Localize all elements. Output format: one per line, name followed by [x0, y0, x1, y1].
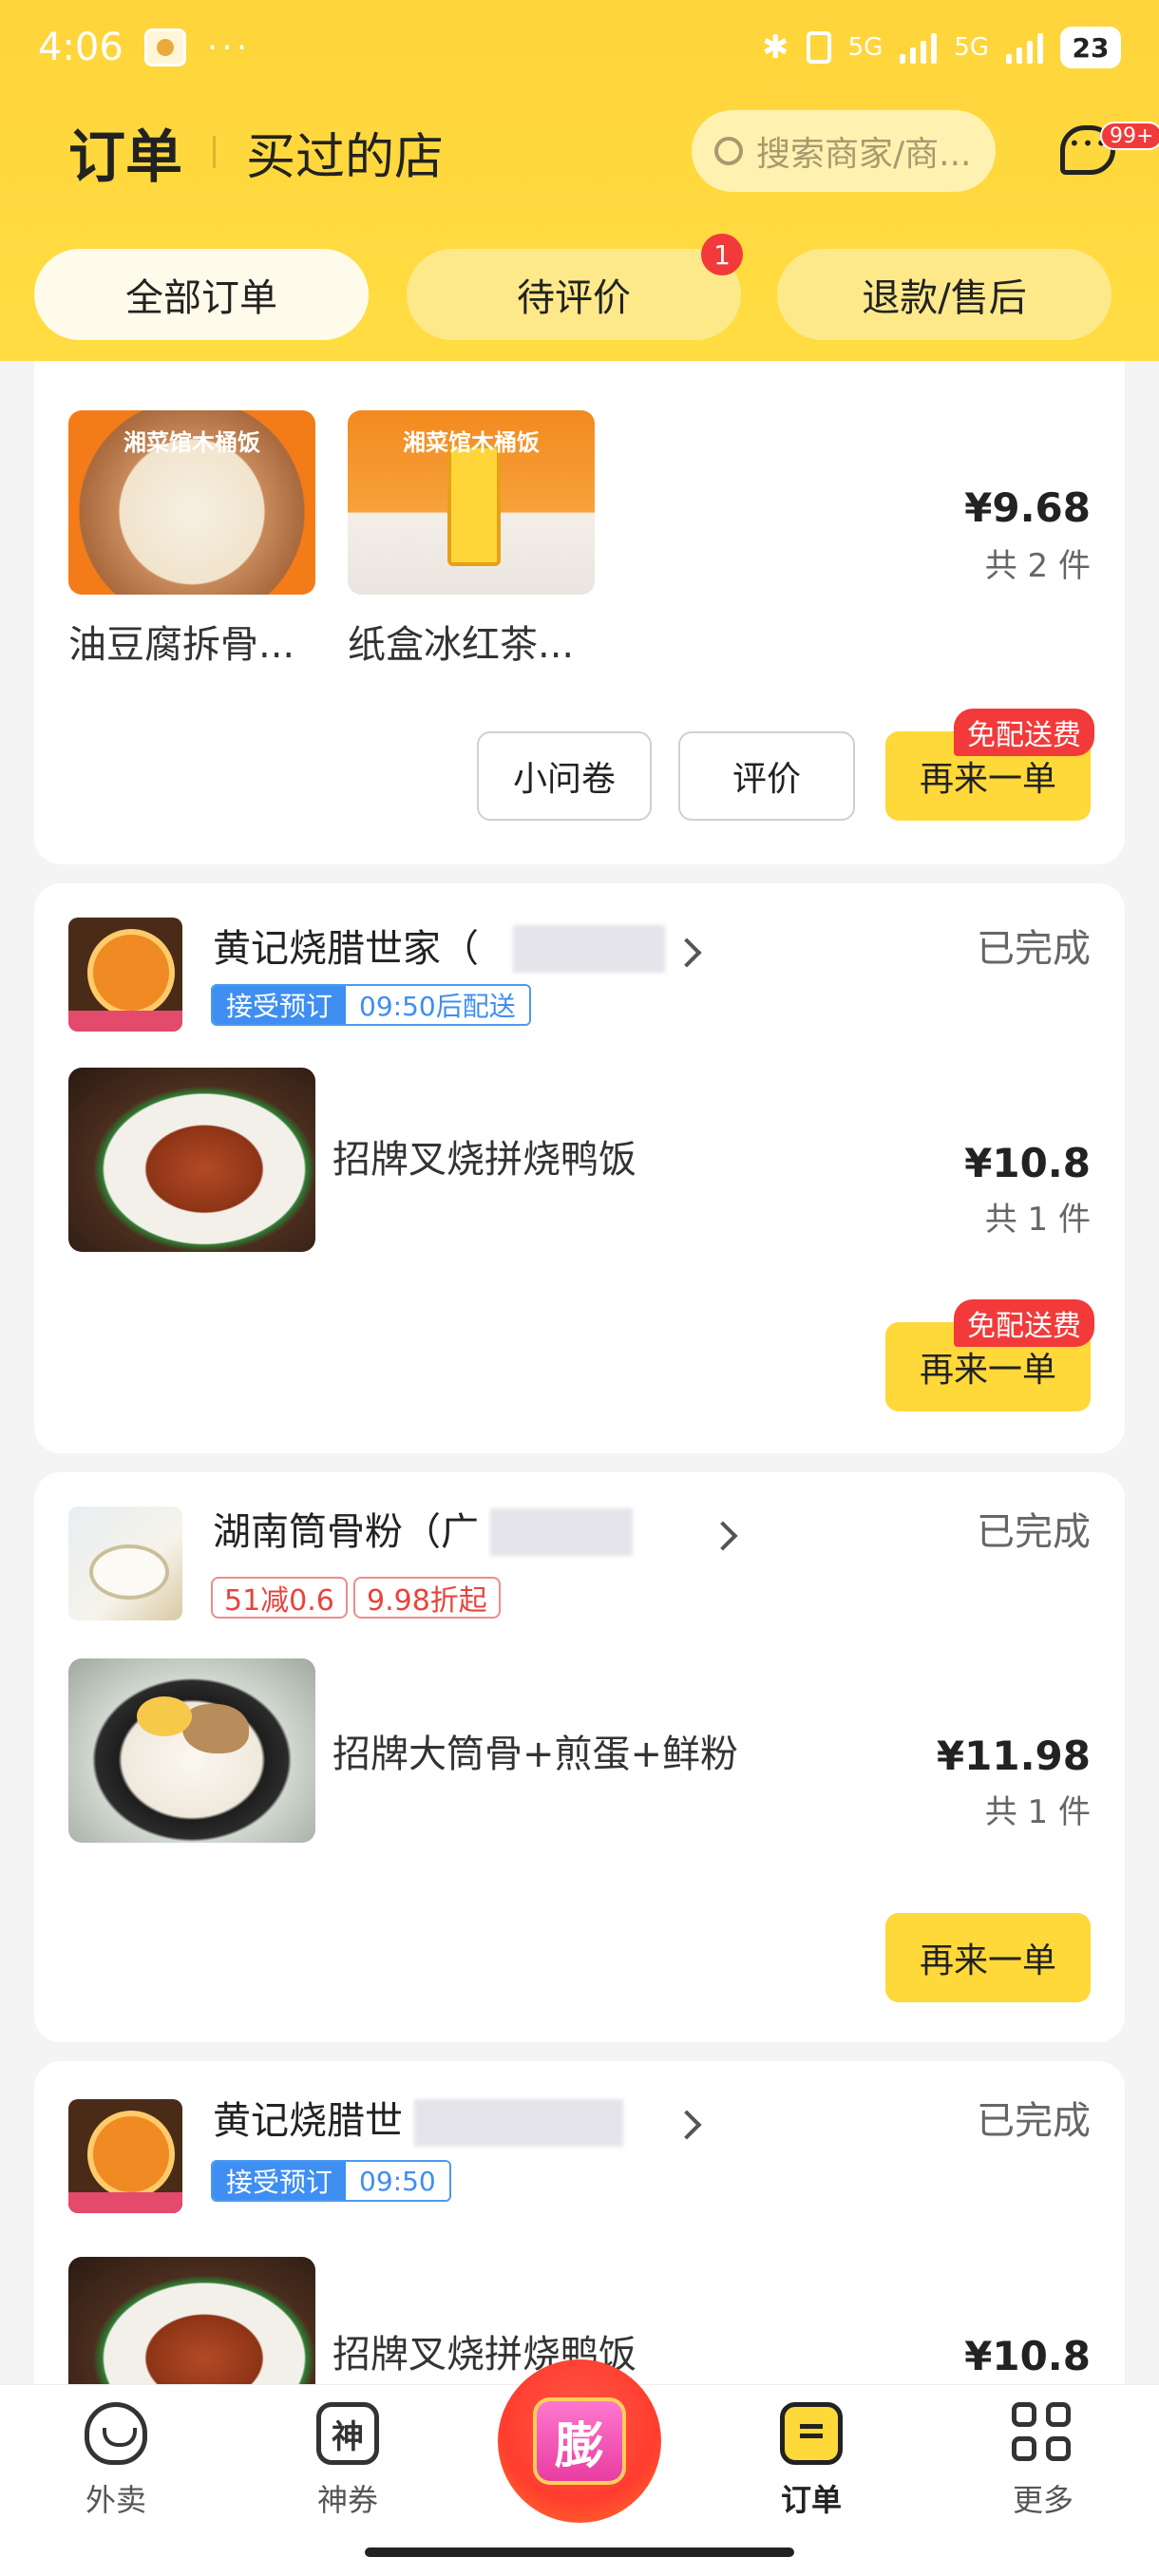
food-image-noodle[interactable]	[68, 1658, 315, 1843]
item-name: 招牌叉烧拼烧鸭饭	[332, 1138, 636, 1182]
preorder-tag: 接受预订 09:50	[211, 2160, 451, 2202]
page-title: 订单	[68, 123, 182, 191]
tab-shenquan[interactable]: 神 神券	[272, 2402, 424, 2520]
shop-name[interactable]: 黄记烧腊世家（	[213, 918, 479, 973]
shop-logo[interactable]	[68, 918, 182, 1032]
signal-icon-2	[1006, 31, 1043, 64]
title-divider	[213, 136, 216, 168]
order-card[interactable]: 湖南筒骨粉（广 已完成 51减0.6 9.98折起 招牌大筒骨+煎蛋+鲜粉 ¥1…	[34, 1472, 1125, 2042]
order-price: ¥9.68	[964, 484, 1091, 531]
free-delivery-badge: 免配送费	[954, 709, 1094, 756]
shop-logo[interactable]	[68, 2099, 182, 2213]
food-image-tofu[interactable]: 湘菜馆木桶饭	[68, 410, 315, 595]
chevron-right-icon[interactable]	[672, 938, 702, 968]
food-image-pork[interactable]	[68, 1068, 315, 1252]
status-bar: 4:06 ··· ✱ 5G 5G 23	[0, 0, 1159, 95]
sim-icon	[806, 31, 831, 64]
grid-icon	[1012, 2402, 1074, 2465]
chevron-right-icon[interactable]	[672, 2110, 702, 2140]
preorder-tag: 接受预订 09:50后配送	[211, 984, 531, 1026]
status-time: 4:06	[38, 26, 124, 69]
signal-icon-1	[900, 31, 938, 64]
item-name: 油豆腐拆骨...	[68, 623, 295, 667]
message-badge: 99+	[1100, 122, 1159, 150]
review-button[interactable]: 评价	[678, 731, 855, 821]
net-label-2: 5G	[954, 33, 989, 62]
header: 4:06 ··· ✱ 5G 5G 23 订单 买过的店 搜索商家/商... 99…	[0, 0, 1159, 361]
tab-all-orders[interactable]: 全部订单	[34, 249, 369, 340]
item-name: 招牌大筒骨+煎蛋+鲜粉	[332, 1733, 739, 1776]
order-tabs: 全部订单 待评价 退款/售后	[0, 249, 1159, 344]
tab-label: 外卖	[85, 2482, 146, 2518]
redacted-text	[414, 2099, 623, 2147]
order-count: 共 1 件	[984, 1201, 1091, 1239]
tab-waimai[interactable]: 外卖	[40, 2402, 192, 2520]
app-notification-icon	[143, 28, 186, 66]
battery-icon: 23	[1060, 27, 1121, 68]
order-status: 已完成	[977, 927, 1091, 971]
redacted-text	[490, 1508, 633, 1556]
item-name: 纸盒冰红茶...	[348, 623, 575, 667]
order-price: ¥11.98	[936, 1733, 1091, 1779]
red-packet-icon: 膨	[533, 2397, 626, 2485]
order-count: 共 1 件	[984, 1793, 1091, 1831]
tab-label: 更多	[1012, 2482, 1074, 2518]
waimai-icon	[85, 2402, 147, 2465]
order-card[interactable]: 黄记烧腊世家（ 已完成 接受预订 09:50后配送 招牌叉烧拼烧鸭饭 ¥10.8…	[34, 883, 1125, 1453]
bought-stores-link[interactable]: 买过的店	[246, 117, 444, 188]
order-card[interactable]: 湘菜馆木桶饭 湘菜馆木桶饭 油豆腐拆骨... 纸盒冰红茶... ¥9.68 共 …	[34, 313, 1125, 864]
more-notifications-icon: ···	[206, 28, 252, 67]
order-price: ¥10.8	[964, 1140, 1091, 1186]
tab-label: 订单	[780, 2482, 842, 2518]
tab-orders[interactable]: 订单	[735, 2402, 887, 2520]
tab-more[interactable]: 更多	[967, 2402, 1119, 2520]
redacted-text	[513, 925, 665, 973]
order-count: 共 2 件	[984, 547, 1091, 585]
home-indicator[interactable]	[365, 2548, 794, 2557]
promo-tag: 9.98折起	[353, 1577, 501, 1619]
free-delivery-badge: 免配送费	[954, 1299, 1094, 1347]
order-price: ¥10.8	[964, 2333, 1091, 2379]
net-label-1: 5G	[847, 33, 884, 62]
promo-tag: 51减0.6	[211, 1577, 348, 1619]
tab-label: 神券	[316, 2482, 378, 2518]
coupon-icon: 神	[316, 2402, 379, 2465]
reorder-button[interactable]: 再来一单	[885, 1913, 1091, 2002]
search-icon	[714, 137, 743, 165]
tab-pending-review[interactable]: 待评价	[407, 249, 741, 340]
pending-review-badge: 1	[701, 234, 743, 275]
survey-button[interactable]: 小问卷	[477, 731, 652, 821]
order-status: 已完成	[977, 1510, 1091, 1554]
bluetooth-icon: ✱	[762, 28, 789, 66]
shop-logo[interactable]	[68, 1506, 182, 1620]
search-input[interactable]: 搜索商家/商...	[692, 110, 996, 192]
shop-name[interactable]: 黄记烧腊世	[213, 2090, 403, 2145]
search-placeholder: 搜索商家/商...	[756, 135, 972, 174]
chevron-right-icon[interactable]	[708, 1521, 738, 1551]
tab-refund[interactable]: 退款/售后	[777, 249, 1112, 340]
center-promo-button[interactable]: 膨	[498, 2359, 661, 2523]
orders-icon	[780, 2402, 843, 2465]
shop-name[interactable]: 湖南筒骨粉（广	[213, 1501, 479, 1556]
food-image-tea[interactable]: 湘菜馆木桶饭	[348, 410, 595, 595]
order-status: 已完成	[977, 2099, 1091, 2143]
